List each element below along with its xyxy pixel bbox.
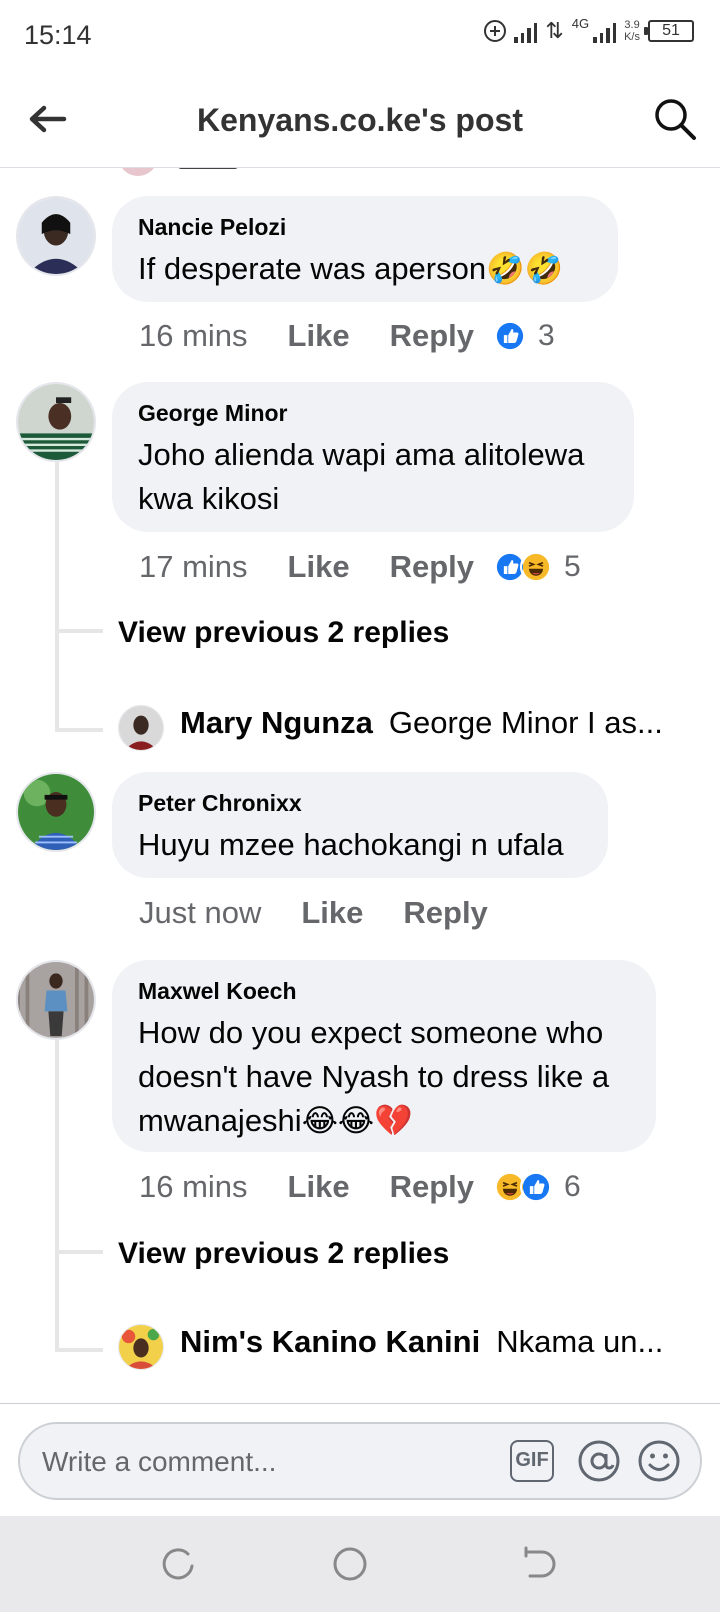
signal-icon-2 xyxy=(593,19,617,43)
data-saver-icon xyxy=(484,20,507,42)
comment-time[interactable]: 16 mins xyxy=(139,1169,248,1205)
comment-text: Huyu mzee hachokangi n ufala xyxy=(138,827,564,862)
like-button[interactable]: Like xyxy=(288,549,350,585)
avatar[interactable] xyxy=(16,382,96,462)
reaction-summary[interactable]: 5 xyxy=(494,550,581,584)
comment-time[interactable]: Just now xyxy=(139,895,261,931)
gif-button[interactable]: GIF xyxy=(510,1440,554,1482)
like-button[interactable]: Like xyxy=(301,895,363,931)
avatar[interactable] xyxy=(118,1324,164,1370)
reply-preview[interactable]: Nim's Kanino Kanini Nkama un... xyxy=(118,1324,708,1370)
comment-bubble[interactable]: Maxwel Koech How do you expect someone w… xyxy=(112,960,656,1152)
thread-branch xyxy=(55,1348,103,1352)
avatar[interactable] xyxy=(16,960,96,1040)
comment-actions: 17 mins Like Reply 5 xyxy=(139,549,581,585)
comment-composer-bar: Write a comment... GIF xyxy=(0,1403,720,1516)
avatar-image xyxy=(119,706,163,750)
avatar[interactable] xyxy=(16,196,96,276)
avatar-image xyxy=(119,1325,163,1369)
like-reaction-icon xyxy=(494,320,526,352)
thread-branch xyxy=(55,728,103,732)
thread-branch xyxy=(55,1250,103,1254)
comment-bubble[interactable]: Peter Chronixx Huyu mzee hachokangi n uf… xyxy=(112,772,608,878)
comment-input[interactable]: Write a comment... GIF xyxy=(18,1422,702,1500)
comment-actions: 16 mins Like Reply 3 xyxy=(139,318,555,354)
thread-branch xyxy=(55,629,103,633)
avatar-image xyxy=(18,384,94,460)
signal-icon-1 xyxy=(514,19,538,43)
comment-bubble[interactable]: Nancie Pelozi If desperate was aperson🤣🤣 xyxy=(112,196,618,302)
avatar-image xyxy=(18,962,94,1038)
data-transfer-icon: ⇅ xyxy=(545,18,564,43)
system-navigation-bar xyxy=(0,1516,720,1612)
reply-author[interactable]: Nim's Kanino Kanini xyxy=(180,1324,480,1360)
reply-author[interactable]: Mary Ngunza xyxy=(180,705,373,741)
commenter-name[interactable]: Nancie Pelozi xyxy=(138,214,592,241)
avatar-image xyxy=(18,774,94,850)
mention-button[interactable] xyxy=(576,1438,622,1484)
reply-button[interactable]: Reply xyxy=(403,895,487,931)
comment-actions: Just now Like Reply xyxy=(139,895,488,931)
thread-line xyxy=(55,462,59,730)
avatar[interactable] xyxy=(118,705,164,751)
reaction-count: 6 xyxy=(564,1170,581,1203)
home-button[interactable] xyxy=(330,1544,370,1584)
emoji-button[interactable] xyxy=(636,1438,682,1484)
comment-text: If desperate was aperson🤣🤣 xyxy=(138,251,564,286)
status-time: 15:14 xyxy=(24,20,92,50)
like-button[interactable]: Like xyxy=(288,1169,350,1205)
status-bar: 15:14 ⇅ 4G 3.9 K/s 51 xyxy=(0,0,720,72)
recent-apps-button[interactable] xyxy=(158,1544,198,1584)
thread-line xyxy=(55,1040,59,1352)
avatar[interactable] xyxy=(16,772,96,852)
page-title: Kenyans.co.ke's post xyxy=(197,102,523,138)
comment-text: Joho alienda wapi ama alitolewa kwa kiko… xyxy=(138,437,585,516)
reply-text: George Minor I as... xyxy=(388,705,663,740)
comment-placeholder: Write a comment... xyxy=(42,1446,277,1477)
reaction-summary[interactable]: 3 xyxy=(494,319,555,353)
reply-button[interactable]: Reply xyxy=(390,549,474,585)
network-type: 4G xyxy=(571,15,590,31)
back-nav-button[interactable] xyxy=(520,1544,560,1584)
post-header: Kenyans.co.ke's post xyxy=(0,72,720,168)
recent-apps-icon xyxy=(162,1548,194,1580)
search-icon xyxy=(655,99,696,140)
speed-unit: K/s xyxy=(624,31,640,43)
emoji-icon xyxy=(638,1440,680,1482)
reply-button[interactable]: Reply xyxy=(390,1169,474,1205)
mention-icon xyxy=(578,1440,620,1482)
view-previous-replies[interactable]: View previous 2 replies xyxy=(118,1237,449,1271)
reply-preview[interactable]: Mary Ngunza George Minor I as... xyxy=(118,705,708,751)
comment-actions: 16 mins Like Reply 6 xyxy=(139,1169,581,1205)
comment-bubble[interactable]: George Minor Joho alienda wapi ama alito… xyxy=(112,382,634,532)
commenter-name[interactable]: George Minor xyxy=(138,400,608,427)
reply-button[interactable]: Reply xyxy=(390,318,474,354)
reaction-count: 5 xyxy=(564,550,581,583)
commenter-name[interactable]: Peter Chronixx xyxy=(138,790,582,817)
reaction-count: 3 xyxy=(538,319,555,352)
comment-time[interactable]: 16 mins xyxy=(139,318,248,354)
like-reaction-icon xyxy=(520,1171,552,1203)
speed-value: 3.9 xyxy=(624,19,640,31)
comment-time[interactable]: 17 mins xyxy=(139,549,248,585)
status-icons: ⇅ 4G 3.9 K/s 51 xyxy=(484,15,694,44)
reaction-summary[interactable]: 6 xyxy=(494,1170,581,1204)
reply-text: Nkama un... xyxy=(496,1324,664,1359)
haha-reaction-icon xyxy=(520,551,552,583)
comment-text: How do you expect someone who doesn't ha… xyxy=(138,1015,610,1138)
back-nav-icon xyxy=(524,1546,556,1578)
search-button[interactable] xyxy=(652,96,698,142)
home-circle-icon xyxy=(333,1547,367,1581)
battery-icon: 51 xyxy=(644,20,694,42)
avatar-image xyxy=(18,198,94,274)
view-previous-replies[interactable]: View previous 2 replies xyxy=(118,616,449,650)
like-button[interactable]: Like xyxy=(288,318,350,354)
network-speed: 3.9 K/s xyxy=(624,19,640,43)
commenter-name[interactable]: Maxwel Koech xyxy=(138,978,630,1005)
